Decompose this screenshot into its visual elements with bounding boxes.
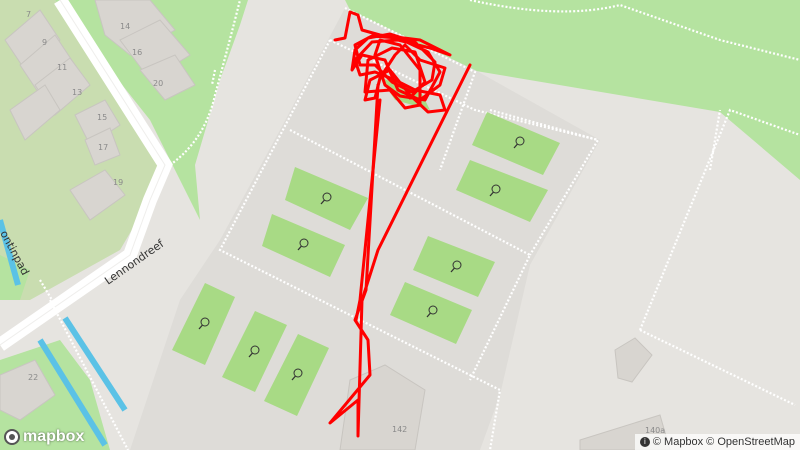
svg-text:22: 22 — [28, 373, 38, 382]
mapbox-logo-text: mapbox — [23, 428, 85, 445]
mapbox-logo[interactable]: mapbox — [4, 426, 84, 448]
svg-text:17: 17 — [98, 143, 108, 152]
map-svg: 7 9 11 13 15 17 19 14 16 18 20 22 142 14… — [0, 0, 800, 450]
svg-text:20: 20 — [153, 79, 163, 88]
svg-text:9: 9 — [42, 38, 47, 47]
svg-text:19: 19 — [113, 178, 123, 187]
svg-text:15: 15 — [97, 113, 107, 122]
svg-text:11: 11 — [57, 63, 67, 72]
attribution-mapbox[interactable]: © Mapbox — [653, 436, 703, 448]
map-canvas[interactable]: 7 9 11 13 15 17 19 14 16 18 20 22 142 14… — [0, 0, 800, 450]
svg-text:142: 142 — [392, 425, 407, 434]
svg-text:14: 14 — [120, 22, 130, 31]
svg-text:13: 13 — [72, 88, 82, 97]
info-icon[interactable]: i — [639, 437, 650, 447]
attribution-osm[interactable]: © OpenStreetMap — [706, 436, 795, 448]
svg-text:7: 7 — [26, 10, 31, 19]
attribution-bar: i © Mapbox © OpenStreetMap — [634, 434, 800, 450]
mapbox-logo-icon — [4, 429, 20, 445]
